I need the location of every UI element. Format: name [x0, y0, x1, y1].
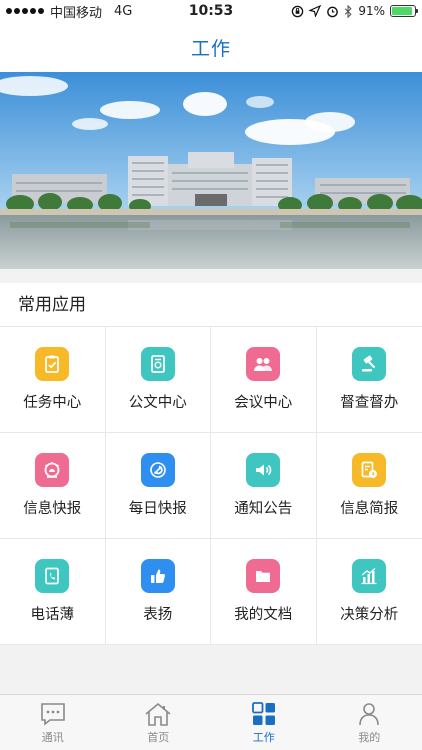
status-left: 中国移动 4G [6, 2, 132, 21]
home-icon [145, 702, 171, 726]
app-supervision[interactable]: 督查督办 [316, 327, 422, 433]
battery-level [392, 7, 413, 15]
alarm-icon [35, 453, 70, 487]
tab-bar: 通讯 首页 工作 我的 [0, 694, 422, 750]
app-label: 我的文档 [234, 607, 293, 623]
phone-book-icon [35, 559, 70, 593]
alarm-clock-icon [327, 6, 339, 17]
banner-image [0, 72, 422, 269]
app-task-center[interactable]: 任务中心 [0, 327, 106, 433]
app-label: 督查督办 [340, 395, 399, 411]
app-label: 公文中心 [128, 395, 187, 411]
app-label: 通知公告 [234, 501, 293, 517]
meeting-people-icon [246, 347, 281, 381]
app-label: 每日快报 [128, 501, 187, 517]
tab-label: 我的 [358, 730, 381, 744]
tab-messages[interactable]: 通讯 [0, 695, 106, 750]
tab-profile[interactable]: 我的 [317, 695, 422, 750]
tab-home[interactable]: 首页 [106, 695, 212, 750]
battery-icon [390, 5, 418, 17]
bar-chart-icon [352, 559, 387, 593]
location-arrow-icon [309, 5, 322, 17]
section-title: 常用应用 [0, 283, 422, 327]
gavel-icon [352, 347, 387, 381]
person-icon [359, 702, 380, 725]
app-notice[interactable]: 通知公告 [211, 433, 317, 539]
task-clipboard-icon [35, 347, 70, 381]
tab-label: 首页 [147, 730, 170, 744]
rotation-lock-icon [292, 5, 304, 17]
app-decision-analysis[interactable]: 决策分析 [316, 539, 422, 645]
battery-percent: 91% [358, 4, 385, 18]
navigation-bar: 工作 [0, 22, 422, 72]
clock: 10:53 [188, 3, 234, 19]
app-daily-flash[interactable]: 每日快报 [105, 433, 211, 539]
signal-strength-icon [6, 8, 44, 14]
status-bar: 中国移动 4G 10:53 91% [0, 0, 422, 22]
network-label: 4G [114, 3, 133, 19]
app-info-flash[interactable]: 信息快报 [0, 433, 106, 539]
app-praise[interactable]: 表扬 [105, 539, 211, 645]
carrier-label: 中国移动 [50, 5, 103, 21]
app-label: 决策分析 [340, 607, 399, 623]
app-my-documents[interactable]: 我的文档 [211, 539, 317, 645]
app-label: 信息简报 [340, 501, 399, 517]
app-label: 任务中心 [23, 395, 82, 411]
app-grid: 任务中心 公文中心 会议中心 督查督办 信息快报 每日快报 通知公告 信息简报 … [0, 327, 422, 645]
app-info-brief[interactable]: 信息简报 [316, 433, 422, 539]
app-label: 表扬 [143, 607, 173, 623]
speaker-icon [246, 453, 281, 487]
bluetooth-icon [345, 4, 352, 18]
status-right: 91% [291, 4, 418, 18]
thumbs-up-icon [140, 559, 175, 593]
tab-label: 通讯 [41, 730, 64, 744]
app-label: 会议中心 [234, 395, 293, 411]
common-apps-section: 常用应用 任务中心 公文中心 会议中心 督查督办 信息快报 每日快报 通知公告 … [0, 283, 422, 645]
app-phone-book[interactable]: 电话薄 [0, 539, 106, 645]
report-clock-icon [352, 453, 387, 487]
document-icon [140, 347, 175, 381]
page-title: 工作 [190, 37, 231, 60]
app-document-center[interactable]: 公文中心 [105, 327, 211, 433]
tab-label: 工作 [252, 730, 275, 744]
tab-work[interactable]: 工作 [211, 695, 317, 750]
app-label: 信息快报 [23, 501, 82, 517]
app-label: 电话薄 [30, 607, 75, 623]
message-icon [40, 702, 65, 726]
party-emblem-icon [140, 453, 175, 487]
folder-icon [246, 559, 281, 593]
app-meeting-center[interactable]: 会议中心 [211, 327, 317, 433]
grid-icon [251, 701, 275, 725]
